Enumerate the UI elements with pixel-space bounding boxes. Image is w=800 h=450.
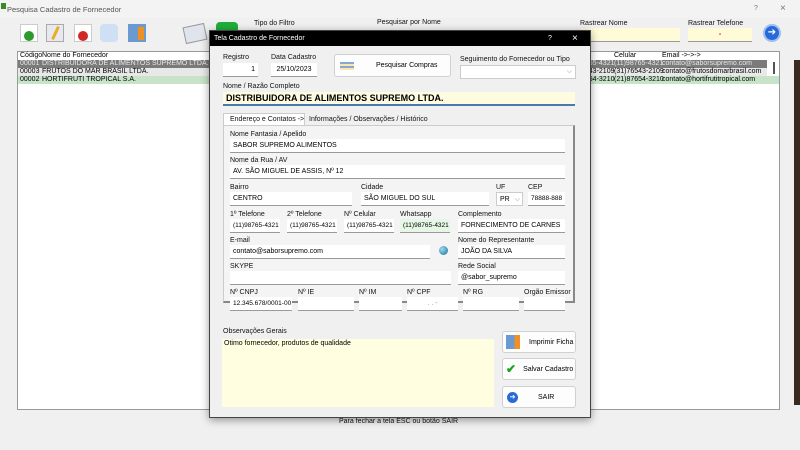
cep-label: CEP [528, 184, 543, 191]
im-field[interactable] [359, 297, 402, 311]
supplier-dialog: Tela Cadastro de Fornecedor ? × Registro… [209, 30, 591, 418]
track-phone-input[interactable]: - [688, 28, 752, 42]
celular-field[interactable]: (11)98765-4321 [344, 219, 394, 233]
rua-field[interactable]: AV. SÃO MIGUEL DE ASSIS, Nº 12 [230, 165, 565, 179]
dialog-close-button[interactable]: × [572, 33, 578, 44]
data-cadastro-field[interactable]: 25/10/2023 [271, 63, 317, 77]
cidade-field[interactable]: SÃO MIGUEL DO SUL [361, 192, 489, 206]
uf-label: UF [496, 184, 506, 191]
email-field[interactable]: contato@saborsupremo.com [230, 245, 430, 259]
rg-field[interactable] [463, 297, 519, 311]
dialog-title: Tela Cadastro de Fornecedor [214, 35, 305, 42]
edit-icon[interactable] [46, 24, 64, 42]
email-icon[interactable] [182, 22, 208, 45]
rede-social-field[interactable]: @sabor_supremo [458, 271, 565, 285]
app-icon [1, 3, 6, 9]
help-button[interactable]: ? [754, 5, 758, 12]
fantasia-field[interactable]: SABOR SUPREMO ALIMENTOS [230, 139, 565, 153]
list-icon [340, 61, 354, 70]
whatsapp-field[interactable]: (11)98765-4321 [400, 219, 450, 233]
registro-field[interactable]: 1 [223, 63, 258, 77]
report-icon[interactable] [128, 24, 146, 42]
close-button[interactable]: × [780, 3, 786, 14]
arrow-right-icon: ➔ [507, 391, 518, 403]
track-name-label: Rastrear Nome [580, 20, 628, 27]
main-title-bar: Pesquisa Cadastro de Fornecedor ? × [0, 0, 800, 18]
imprimir-ficha-button[interactable]: Imprimir Ficha [502, 331, 576, 353]
table-scrollbar[interactable] [773, 62, 775, 74]
bairro-field[interactable]: CENTRO [230, 192, 352, 206]
search-go-button[interactable]: ➔ [763, 24, 781, 42]
tel2-label: 2º Telefone [287, 211, 322, 218]
pesquisar-compras-button[interactable]: Pesquisar Compras [334, 54, 451, 77]
search-name-label: Pesquisar por Nome [377, 19, 441, 26]
cidade-label: Cidade [361, 184, 384, 191]
track-phone-label: Rastrear Telefone [688, 20, 744, 27]
razao-field[interactable]: DISTRIBUIDORA DE ALIMENTOS SUPREMO LTDA. [223, 92, 575, 106]
fantasia-label: Nome Fantasia / Apelido [230, 131, 307, 138]
tab-informacoes[interactable]: Informações / Observações / Histórico [305, 114, 428, 125]
cpf-label: Nº CPF [407, 289, 431, 296]
print-icon[interactable] [100, 24, 118, 42]
skype-field[interactable] [230, 271, 451, 285]
checkmark-icon: ✔ [506, 362, 517, 376]
chevron-down-icon: ⌵ [514, 196, 520, 203]
filter-type-label: Tipo do Filtro [254, 20, 295, 27]
salvar-cadastro-button[interactable]: ✔ Salvar Cadastro [502, 358, 576, 380]
rua-label: Nome da Rua / AV [230, 157, 288, 164]
main-title: Pesquisa Cadastro de Fornecedor [7, 5, 122, 14]
email-label: E-mail [230, 237, 250, 244]
cep-field[interactable]: 78888-888 [528, 192, 565, 206]
tel1-label: 1º Telefone [230, 211, 265, 218]
cnpj-field[interactable]: 12.345.678/0001-00 [230, 297, 292, 311]
representante-field[interactable]: JOÃO DA SILVA [458, 245, 565, 259]
delete-icon[interactable] [74, 24, 92, 42]
registro-label: Registro [223, 54, 250, 61]
tel1-field[interactable]: (11)98765-4321 [230, 219, 280, 233]
orgao-emissor-field[interactable] [524, 297, 565, 311]
observacoes-label: Observações Gerais [223, 328, 287, 335]
im-label: Nº IM [359, 289, 377, 296]
sair-button[interactable]: ➔ SAIR [502, 386, 576, 408]
right-edge-strip [794, 60, 800, 405]
globe-icon[interactable] [439, 246, 448, 255]
razao-label: Nome / Razão Completo [223, 83, 300, 90]
cnpj-label: Nº CNPJ [230, 289, 258, 296]
track-name-input[interactable] [580, 28, 680, 42]
tel2-field[interactable]: (11)98765-4321 [287, 219, 337, 233]
observacoes-textarea[interactable]: Otimo fornecedor, produtos de qualidade [222, 339, 494, 407]
ie-field[interactable] [298, 297, 354, 311]
tab-enderecos[interactable]: Endereço e Contatos -> [223, 113, 305, 125]
cpf-field[interactable]: . . - [407, 297, 458, 311]
dialog-title-bar: Tela Cadastro de Fornecedor ? × [210, 31, 590, 46]
whatsapp-label: Whatsapp [400, 211, 432, 218]
segmento-label: Seguimento do Fornecedor ou Tipo [460, 56, 570, 63]
rg-label: Nº RG [463, 289, 484, 296]
skype-label: SKYPE [230, 263, 254, 270]
print-person-icon [506, 335, 520, 349]
complemento-label: Complemento [458, 211, 502, 218]
rede-social-label: Rede Social [458, 263, 496, 270]
segmento-select[interactable]: ⌵ [460, 65, 576, 79]
representante-label: Nome do Representante [458, 237, 535, 244]
celular-label: Nº Celular [344, 211, 376, 218]
dialog-help-button[interactable]: ? [548, 35, 552, 42]
add-icon[interactable] [20, 24, 38, 42]
uf-select[interactable]: PR ⌵ [496, 192, 523, 206]
chevron-down-icon: ⌵ [566, 68, 572, 75]
status-text: Para fechar a tela ESC ou botão SAIR [339, 418, 459, 425]
orgao-emissor-label: Orgão Emissor [524, 289, 571, 296]
ie-label: Nº IE [298, 289, 315, 296]
complemento-field[interactable]: FORNECIMENTO DE CARNES [458, 219, 565, 233]
bairro-label: Bairro [230, 184, 249, 191]
data-cadastro-label: Data Cadastro [271, 54, 317, 61]
